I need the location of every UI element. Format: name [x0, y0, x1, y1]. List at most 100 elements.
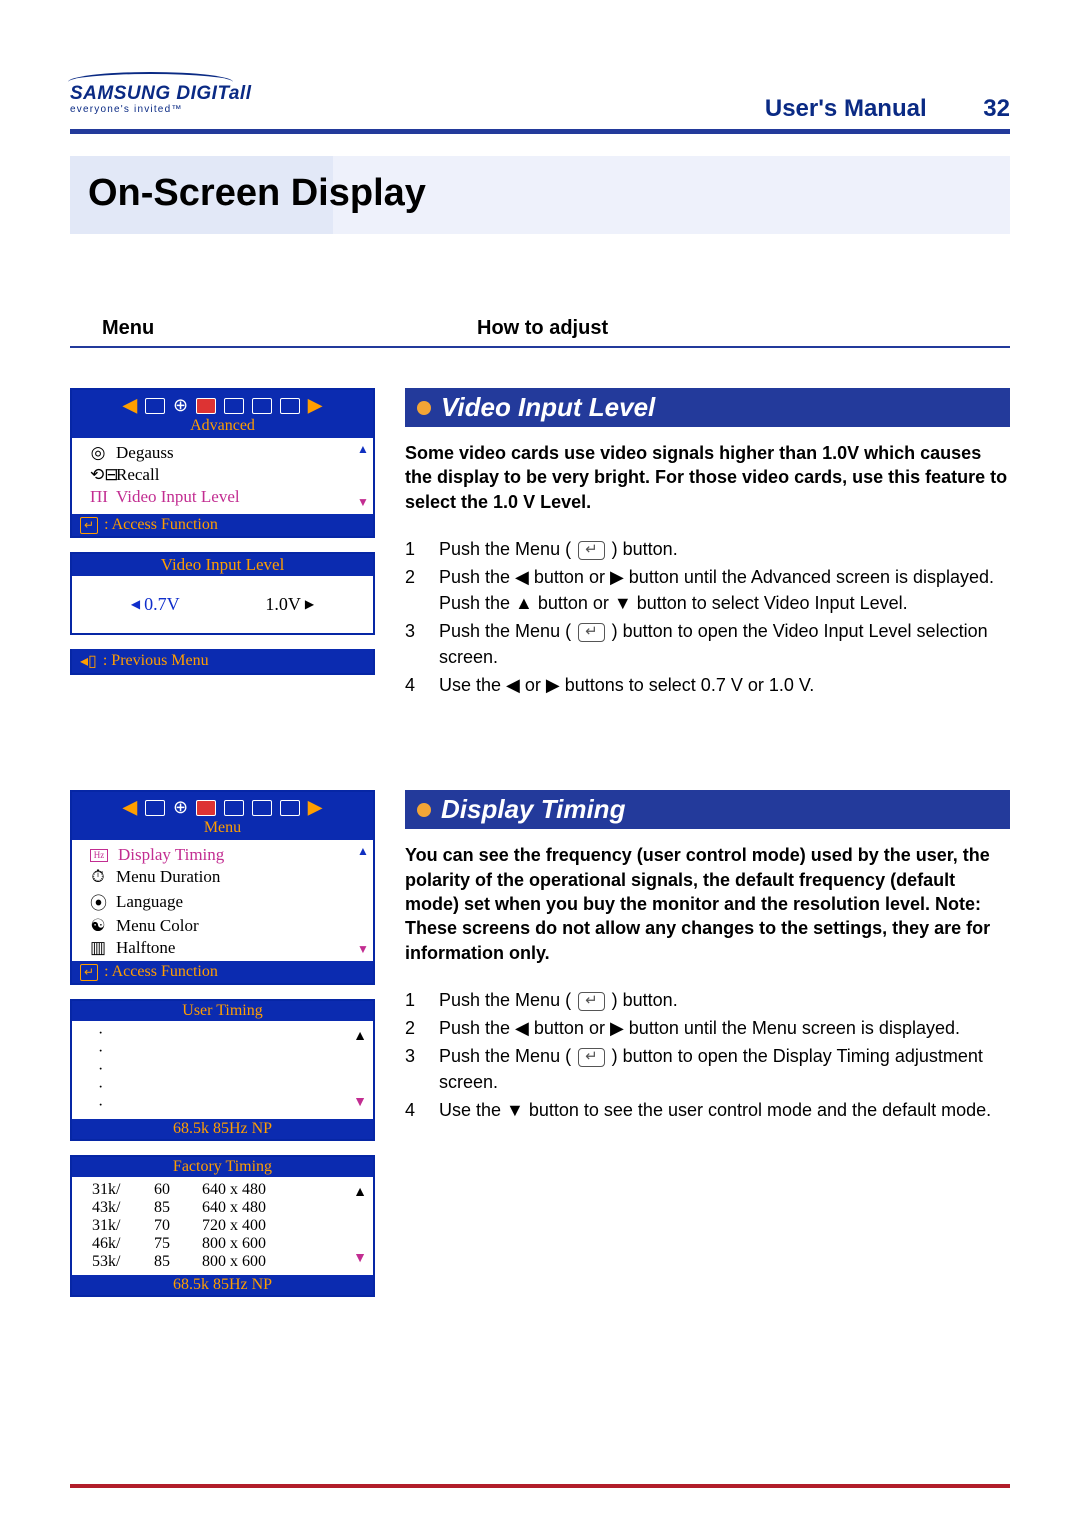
osd-advanced-window: ◀ ⊕ ▶ Advanced ▲ ◎ Degauss [70, 388, 375, 538]
cell-hz: 85 [154, 1199, 184, 1217]
step-text: Push the ◀ button or ▶ button until the … [439, 564, 1010, 616]
step-text: Push the ◀ button or ▶ button until the … [439, 1015, 960, 1041]
cell-khz: 53k/ [92, 1253, 136, 1271]
tab-icon [196, 800, 216, 816]
osd-item-selected: Hz Display Timing [90, 844, 367, 866]
language-icon: ⦿ [90, 889, 106, 914]
tab-icon [145, 398, 165, 414]
degauss-icon: ◎ [90, 443, 106, 463]
enter-icon: ↵ [578, 541, 605, 560]
osd-item-label: Degauss [116, 443, 174, 463]
tab-icon [252, 800, 272, 816]
cell-res: 640 x 480 [202, 1181, 347, 1199]
table-row: 31k/70 720 x 400 [92, 1217, 347, 1235]
tab-icon [252, 398, 272, 414]
step-text: Push the Menu ( ↵ ) button to open the D… [439, 1043, 1010, 1095]
manual-header: User's Manual 32 [765, 95, 1010, 123]
user-timing-table: User Timing ▲ ····· ▼ 68.5k 85Hz NP [70, 999, 375, 1141]
section-intro: You can see the frequency (user control … [405, 843, 1010, 964]
recall-icon: ⟲⊟ [90, 465, 106, 485]
column-headers: Menu How to adjust [70, 317, 1010, 340]
nav-right-icon: ▶ [308, 395, 322, 416]
step-text: Push the Menu ( ↵ ) button. [439, 987, 678, 1013]
cell-res: 800 x 600 [202, 1253, 347, 1271]
enter-icon: ↵ [578, 992, 605, 1011]
duration-icon: ⏱ [90, 867, 106, 887]
tab-icon [280, 800, 300, 816]
page-number: 32 [983, 95, 1010, 122]
table-status: 68.5k 85Hz NP [72, 1119, 373, 1139]
osd-item-label: Menu Duration [116, 867, 220, 887]
osd-item-label: Halftone [116, 938, 175, 958]
table-title: User Timing [72, 1001, 373, 1021]
scroll-up-icon: ▲ [353, 1185, 367, 1201]
enter-key-icon: ↵ [80, 517, 98, 534]
step-text: Push the Menu ( ↵ ) button. [439, 536, 678, 562]
scroll-down-icon: ▼ [353, 1095, 367, 1111]
nav-right-icon: ▶ [308, 797, 322, 818]
osd-item-label: Video Input Level [116, 487, 240, 507]
hz-icon: Hz [90, 849, 108, 862]
step-text: Push the Menu ( ↵ ) button to open the V… [439, 618, 1010, 670]
osd-subtitle: Advanced [72, 417, 373, 438]
osd-item-label: Recall [116, 465, 159, 485]
prev-menu-text: : Previous Menu [103, 652, 209, 670]
osd-tabbar: ◀ ⊕ ▶ [72, 390, 373, 417]
cell-khz: 43k/ [92, 1199, 136, 1217]
enter-icon: ↵ [578, 623, 605, 642]
scroll-up-icon: ▲ [357, 844, 369, 859]
cell-res: 720 x 400 [202, 1217, 347, 1235]
osd-item-label: Menu Color [116, 916, 199, 936]
header-rule [70, 129, 1010, 134]
enter-icon: ↵ [578, 1048, 605, 1067]
table-title: Factory Timing [72, 1157, 373, 1177]
scroll-down-icon: ▼ [357, 495, 369, 510]
tab-icon: ⊕ [173, 797, 188, 818]
factory-timing-table: Factory Timing ▲ ▼ 31k/60640 x 48043k/85… [70, 1155, 375, 1297]
osd-footer-text: : Access Function [104, 963, 218, 981]
osd-screenshots-2: ◀ ⊕ ▶ Menu ▲ Hz Display Ti [70, 790, 375, 1297]
section-intro: Some video cards use video signals highe… [405, 441, 1010, 514]
section-heading-bar: Display Timing [405, 790, 1010, 829]
cell-khz: 46k/ [92, 1235, 136, 1253]
section-steps: 1Push the Menu ( ↵ ) button. 2Push the ◀… [405, 536, 1010, 699]
col-header-menu: Menu [70, 317, 477, 340]
osd-menu-window: ◀ ⊕ ▶ Menu ▲ Hz Display Ti [70, 790, 375, 985]
tab-icon [224, 398, 244, 414]
title-wrap: On-Screen Display [70, 156, 1010, 277]
page: SAMSUNG DIGITall everyone's invited™ Use… [0, 0, 1080, 1528]
osd-prev-footer: ◂▯ : Previous Menu [70, 649, 375, 675]
cell-khz: 31k/ [92, 1217, 136, 1235]
cell-hz: 75 [154, 1235, 184, 1253]
osd-item: ◎ Degauss [90, 442, 367, 464]
osd-item-label: Display Timing [118, 845, 224, 865]
tab-icon [145, 800, 165, 816]
vil-07v: 0.7V [131, 594, 180, 615]
prev-menu-icon: ◂▯ [80, 651, 97, 671]
bullet-icon [417, 803, 431, 817]
color-icon: ☯ [90, 916, 106, 936]
osd-item: ⟲⊟ Recall [90, 464, 367, 486]
footer-rule [70, 1484, 1010, 1488]
nav-left-icon: ◀ [123, 797, 137, 818]
step-text: Use the ◀ or ▶ buttons to select 0.7 V o… [439, 672, 814, 698]
section-steps: 1Push the Menu ( ↵ ) button. 2Push the ◀… [405, 987, 1010, 1123]
step-text: Use the ▼ button to see the user control… [439, 1097, 991, 1123]
section-heading: Display Timing [441, 794, 625, 825]
cell-hz: 70 [154, 1217, 184, 1235]
col-header-howto: How to adjust [477, 317, 608, 340]
cell-hz: 60 [154, 1181, 184, 1199]
osd-item-label: Language [116, 892, 183, 912]
table-row: 53k/85800 x 600 [92, 1253, 347, 1271]
nav-left-icon: ◀ [123, 395, 137, 416]
cell-khz: 31k/ [92, 1181, 136, 1199]
table-row: 46k/75 800 x 600 [92, 1235, 347, 1253]
tab-icon: ⊕ [173, 395, 188, 416]
table-row: 43k/85640 x 480 [92, 1199, 347, 1217]
scroll-up-icon: ▲ [353, 1029, 367, 1045]
osd-footer: ↵ : Access Function [72, 514, 373, 536]
enter-key-icon: ↵ [80, 964, 98, 981]
cell-res: 800 x 600 [202, 1235, 347, 1253]
section-heading-bar: Video Input Level [405, 388, 1010, 427]
panel-title: Video Input Level [72, 554, 373, 576]
